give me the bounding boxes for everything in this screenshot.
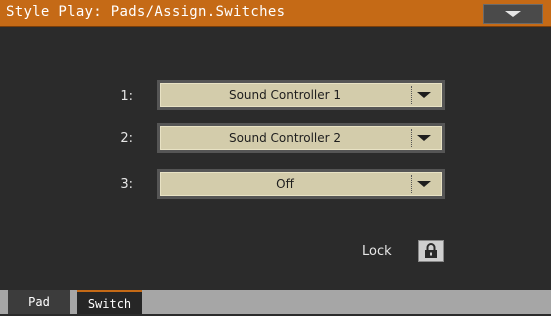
tab-pad[interactable]: Pad [8, 290, 70, 314]
tab-switch[interactable]: Switch [77, 290, 142, 314]
page-menu-button[interactable] [483, 4, 543, 24]
tab-bar: Pad Switch [0, 290, 551, 314]
chevron-down-icon[interactable] [417, 181, 431, 187]
chevron-down-icon[interactable] [417, 92, 431, 98]
switch-1-value: Sound Controller 1 [228, 88, 342, 102]
dropdown-divider [411, 175, 412, 193]
tab-pad-label: Pad [28, 295, 50, 309]
page-title: Style Play: Pads/Assign.Switches [6, 4, 286, 20]
chevron-down-icon [505, 11, 521, 17]
lock-icon [425, 243, 437, 258]
chevron-down-icon[interactable] [417, 135, 431, 141]
title-bar: Style Play: Pads/Assign.Switches [0, 0, 551, 27]
switch-1-dropdown[interactable]: Sound Controller 1 [157, 80, 445, 110]
switch-2-label: 2: [120, 131, 133, 146]
switch-3-value: Off [276, 177, 294, 191]
lock-label: Lock [362, 244, 392, 259]
switch-1-label: 1: [120, 89, 133, 104]
tab-switch-label: Switch [87, 297, 132, 311]
dropdown-divider [411, 86, 412, 104]
dropdown-divider [411, 129, 412, 147]
switch-2-value: Sound Controller 2 [228, 131, 342, 145]
switch-2-dropdown[interactable]: Sound Controller 2 [157, 123, 445, 153]
lock-button[interactable] [418, 240, 444, 262]
switch-3-dropdown[interactable]: Off [157, 169, 445, 199]
switch-3-label: 3: [120, 177, 133, 192]
